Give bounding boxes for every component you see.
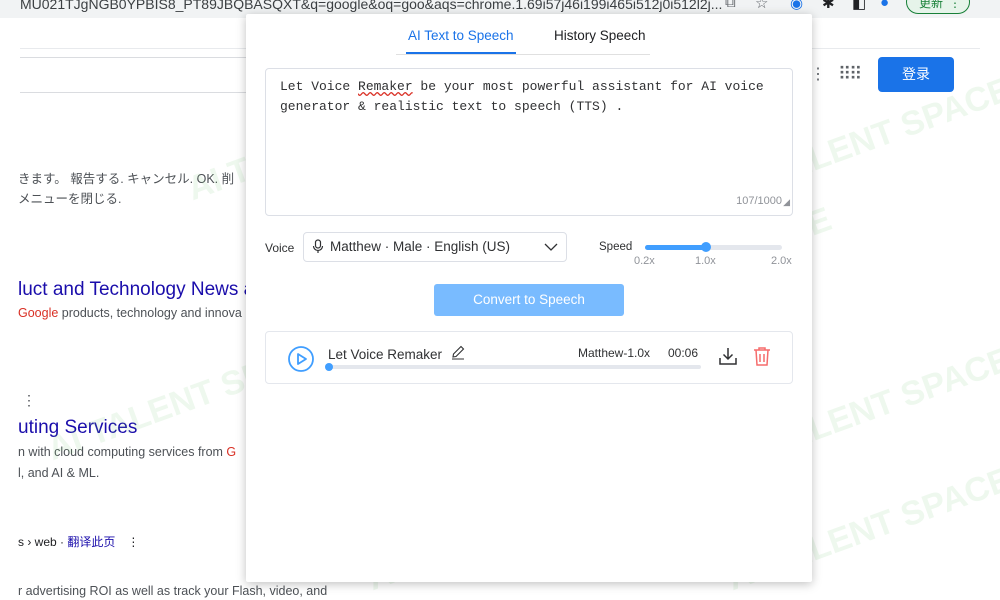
result-desc-2-text: n with cloud computing services from: [18, 445, 227, 459]
result-desc-2: n with cloud computing services from G: [18, 445, 236, 459]
history-item-title: Let Voice Remaker: [328, 347, 443, 362]
snippet-line-1: きます。 報告する. キャンセル. OK. 削: [18, 172, 235, 186]
result-title-2[interactable]: uting Services: [18, 417, 137, 439]
result-desc-2b: l, and AI & ML.: [18, 466, 100, 480]
result-meta-3-path: s › web ·: [18, 535, 68, 549]
delete-icon[interactable]: [753, 346, 771, 366]
text-input[interactable]: Let Voice Remaker be your most powerful …: [265, 68, 793, 216]
sidepanel-icon[interactable]: ◧: [852, 0, 866, 12]
text-prefix: Let Voice: [280, 79, 359, 94]
more-icon: ⋮: [949, 0, 961, 10]
result-title-1[interactable]: luct and Technology News a: [18, 279, 254, 301]
text-misspelled-word: Remaker: [358, 79, 413, 94]
result-menu-icon-3[interactable]: ⋮: [127, 535, 139, 549]
play-icon[interactable]: [288, 346, 314, 372]
voice-label: Voice: [265, 241, 295, 255]
update-button[interactable]: 更新 ⋮: [906, 0, 970, 14]
voice-select[interactable]: Matthew · Male · English (US): [303, 232, 567, 262]
history-item-duration: 00:06: [668, 346, 699, 360]
extension-active-icon[interactable]: ◉: [790, 0, 803, 12]
microphone-icon: [312, 239, 324, 253]
speed-slider[interactable]: [645, 242, 782, 252]
result-desc-1-text: products, technology and innova: [58, 306, 242, 320]
result-desc-2-highlight: G: [226, 445, 237, 459]
tab-history-speech[interactable]: History Speech: [554, 28, 646, 43]
resize-handle-icon[interactable]: ◢: [783, 193, 790, 213]
translate-link[interactable]: 翻译此页: [67, 535, 115, 549]
speed-slider-fill: [645, 245, 706, 250]
tts-extension-popup: AI Text to Speech History Speech Let Voi…: [246, 14, 812, 582]
result-meta-3: s › web · 翻译此页 ⋮: [18, 533, 139, 550]
share-icon[interactable]: ⧉: [725, 0, 736, 11]
convert-to-speech-button[interactable]: Convert to Speech: [434, 284, 624, 316]
speed-tick-min: 0.2x: [634, 255, 655, 267]
edit-pencil-icon[interactable]: [450, 344, 466, 360]
snippet-line-2: メニューを閉じる.: [18, 192, 122, 206]
tab-divider: [396, 54, 650, 55]
result-desc-1: Google products, technology and innova: [18, 306, 242, 320]
result-desc-3: r advertising ROI as well as track your …: [18, 584, 328, 598]
more-options-icon[interactable]: ⋮: [810, 64, 826, 84]
active-tab-indicator: [406, 52, 516, 54]
voice-value: Matthew · Male · English (US): [330, 239, 511, 254]
char-counter: 107/1000: [736, 195, 782, 207]
search-box[interactable]: [20, 57, 250, 93]
history-item-voice: Matthew-1.0x: [578, 346, 651, 360]
playback-progress-handle[interactable]: [325, 363, 333, 371]
speed-label: Speed: [599, 241, 633, 253]
chevron-down-icon: [544, 243, 558, 251]
login-button[interactable]: 登录: [878, 57, 954, 92]
profile-icon[interactable]: ●: [880, 0, 889, 11]
download-icon[interactable]: [718, 346, 738, 366]
puzzle-icon[interactable]: ✱: [822, 0, 835, 12]
address-bar[interactable]: MU021TJgNGB0YPBIS8_PT89JBQBASQXT&q=googl…: [20, 0, 722, 12]
speed-tick-mid: 1.0x: [695, 255, 716, 267]
result-menu-icon[interactable]: ⋮: [22, 392, 36, 409]
result-desc-1-highlight: Google: [18, 306, 59, 320]
history-item-card: Let Voice Remaker Matthew-1.0x 00:06: [265, 331, 793, 384]
speed-slider-handle[interactable]: [700, 242, 711, 252]
tab-ai-text-to-speech[interactable]: AI Text to Speech: [408, 28, 514, 43]
speed-tick-max: 2.0x: [771, 255, 792, 267]
bookmark-star-icon[interactable]: ☆: [755, 0, 768, 12]
playback-progress[interactable]: [325, 363, 701, 371]
apps-grid-icon[interactable]: ⠿⠿: [838, 64, 862, 85]
update-label: 更新: [919, 0, 944, 10]
